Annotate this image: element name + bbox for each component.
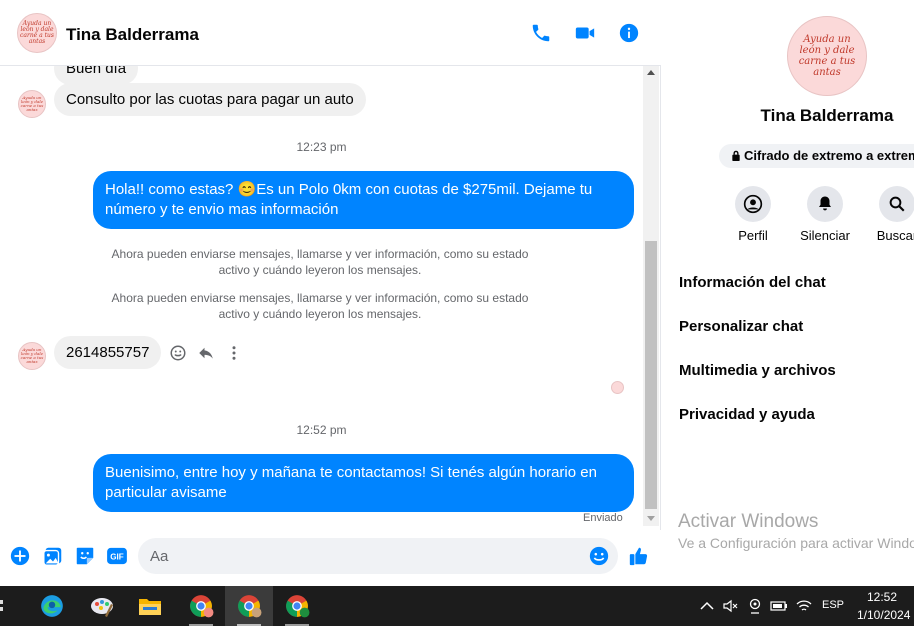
message-bubble-outgoing[interactable]: Buenisimo, entre hoy y mañana te contact… — [93, 454, 634, 512]
paint-app-icon[interactable] — [78, 586, 126, 626]
chrome-icon[interactable] — [273, 586, 321, 626]
info-contact-name: Tina Balderrama — [760, 106, 894, 125]
bell-icon[interactable] — [807, 186, 843, 222]
file-explorer-icon[interactable] — [126, 586, 174, 626]
input-language[interactable]: ESP — [822, 599, 844, 611]
clock-time[interactable]: 12:52 — [867, 590, 897, 604]
menu-media-files[interactable]: Multimedia y archivos — [679, 362, 836, 379]
message-bubble-outgoing[interactable]: Hola!! como estas? 😊Es un Polo 0km con c… — [93, 171, 634, 229]
message-input-wrapper — [138, 538, 618, 574]
volume-muted-icon[interactable] — [721, 596, 741, 616]
composer: GIF — [0, 530, 661, 586]
gallery-icon[interactable] — [42, 545, 64, 567]
menu-customize-chat[interactable]: Personalizar chat — [679, 318, 803, 335]
lock-icon — [731, 145, 741, 169]
chat-panel: Ayuda un león y dale carne a tus antas T… — [0, 0, 661, 586]
edge-browser-icon[interactable] — [28, 586, 76, 626]
scroll-thumb[interactable] — [645, 241, 657, 509]
avatar-logo-text: Ayuda un león y dale carne a tus antas — [20, 95, 44, 112]
message-status: Enviado — [583, 512, 623, 524]
chat-header: Ayuda un león y dale carne a tus antas T… — [0, 0, 661, 66]
message-timestamp: 12:23 pm — [296, 140, 347, 154]
scroll-down-arrow-icon[interactable] — [647, 516, 655, 521]
contact-avatar[interactable]: Ayuda un león y dale carne a tus antas — [17, 13, 57, 53]
info-icon[interactable] — [616, 20, 642, 46]
message-bubble-incoming[interactable]: 2614855757 — [54, 336, 162, 369]
system-message: Ahora pueden enviarse mensajes, llamarse… — [111, 291, 529, 321]
profile-icon[interactable] — [735, 186, 771, 222]
activate-windows-subtitle: Ve a Configuración para activar Windows. — [678, 535, 914, 551]
chrome-icon[interactable] — [177, 586, 225, 626]
search-icon[interactable] — [879, 186, 914, 222]
sticker-icon[interactable] — [74, 545, 96, 567]
activate-windows-title: Activar Windows — [678, 511, 819, 532]
menu-privacy-help[interactable]: Privacidad y ayuda — [679, 406, 815, 423]
profile-action-label: Perfil — [738, 228, 768, 243]
contact-profile-avatar[interactable]: Ayuda un león y dale carne a tus antas — [787, 16, 867, 96]
read-receipt-avatar — [611, 381, 624, 394]
reply-icon[interactable] — [196, 343, 216, 363]
battery-icon[interactable] — [769, 596, 789, 616]
taskbar: ESP 12:52 1/10/2024 — [0, 586, 914, 626]
encryption-badge[interactable]: Cifrado de extremo a extremo — [719, 144, 914, 168]
message-bubble-incoming[interactable]: Consulto por las cuotas para pagar un au… — [54, 83, 366, 116]
scrollbar[interactable] — [643, 66, 659, 526]
contact-avatar-small[interactable]: Ayuda un león y dale carne a tus antas — [18, 342, 46, 370]
avatar-logo-text: Ayuda un león y dale carne a tus antas — [20, 347, 44, 364]
emoji-picker-icon[interactable] — [588, 545, 610, 567]
scroll-up-arrow-icon[interactable] — [647, 70, 655, 75]
gif-icon[interactable]: GIF — [105, 545, 129, 567]
wifi-icon[interactable] — [794, 596, 814, 616]
webcam-icon[interactable] — [745, 596, 765, 616]
mute-action[interactable]: Silenciar — [790, 186, 860, 243]
video-call-icon[interactable] — [572, 20, 598, 46]
search-action-label: Buscar — [876, 228, 914, 243]
search-action[interactable]: Buscar — [862, 186, 914, 243]
thumbs-up-icon[interactable] — [627, 544, 651, 568]
plus-icon[interactable] — [9, 545, 31, 567]
svg-text:GIF: GIF — [110, 553, 124, 562]
phone-call-icon[interactable] — [528, 20, 554, 46]
message-list[interactable]: Buen día Ayuda un león y dale carne a tu… — [0, 66, 643, 528]
message-input[interactable] — [150, 538, 580, 574]
message-timestamp: 12:52 pm — [296, 423, 347, 437]
chevron-up-icon[interactable] — [697, 596, 717, 616]
clock-date[interactable]: 1/10/2024 — [857, 608, 910, 622]
messenger-app: Ayuda un león y dale carne a tus antas T… — [0, 0, 914, 586]
contact-avatar-small[interactable]: Ayuda un león y dale carne a tus antas — [18, 90, 46, 118]
contact-name[interactable]: Tina Balderrama — [66, 25, 199, 45]
encryption-label: Cifrado de extremo a extremo — [744, 148, 914, 163]
menu-chat-info[interactable]: Información del chat — [679, 274, 826, 291]
task-view-icon[interactable] — [0, 586, 14, 626]
avatar-logo-text: Ayuda un león y dale carne a tus antas — [20, 20, 54, 45]
profile-action[interactable]: Perfil — [718, 186, 788, 243]
chat-info-panel: Ayuda un león y dale carne a tus antas T… — [662, 0, 914, 586]
chrome-icon[interactable] — [225, 586, 273, 626]
system-message: Ahora pueden enviarse mensajes, llamarse… — [111, 247, 529, 277]
more-options-icon[interactable] — [224, 343, 244, 363]
avatar-logo-text: Ayuda un león y dale carne a tus antas — [798, 34, 856, 78]
mute-action-label: Silenciar — [800, 228, 850, 243]
react-emoji-icon[interactable] — [168, 343, 188, 363]
